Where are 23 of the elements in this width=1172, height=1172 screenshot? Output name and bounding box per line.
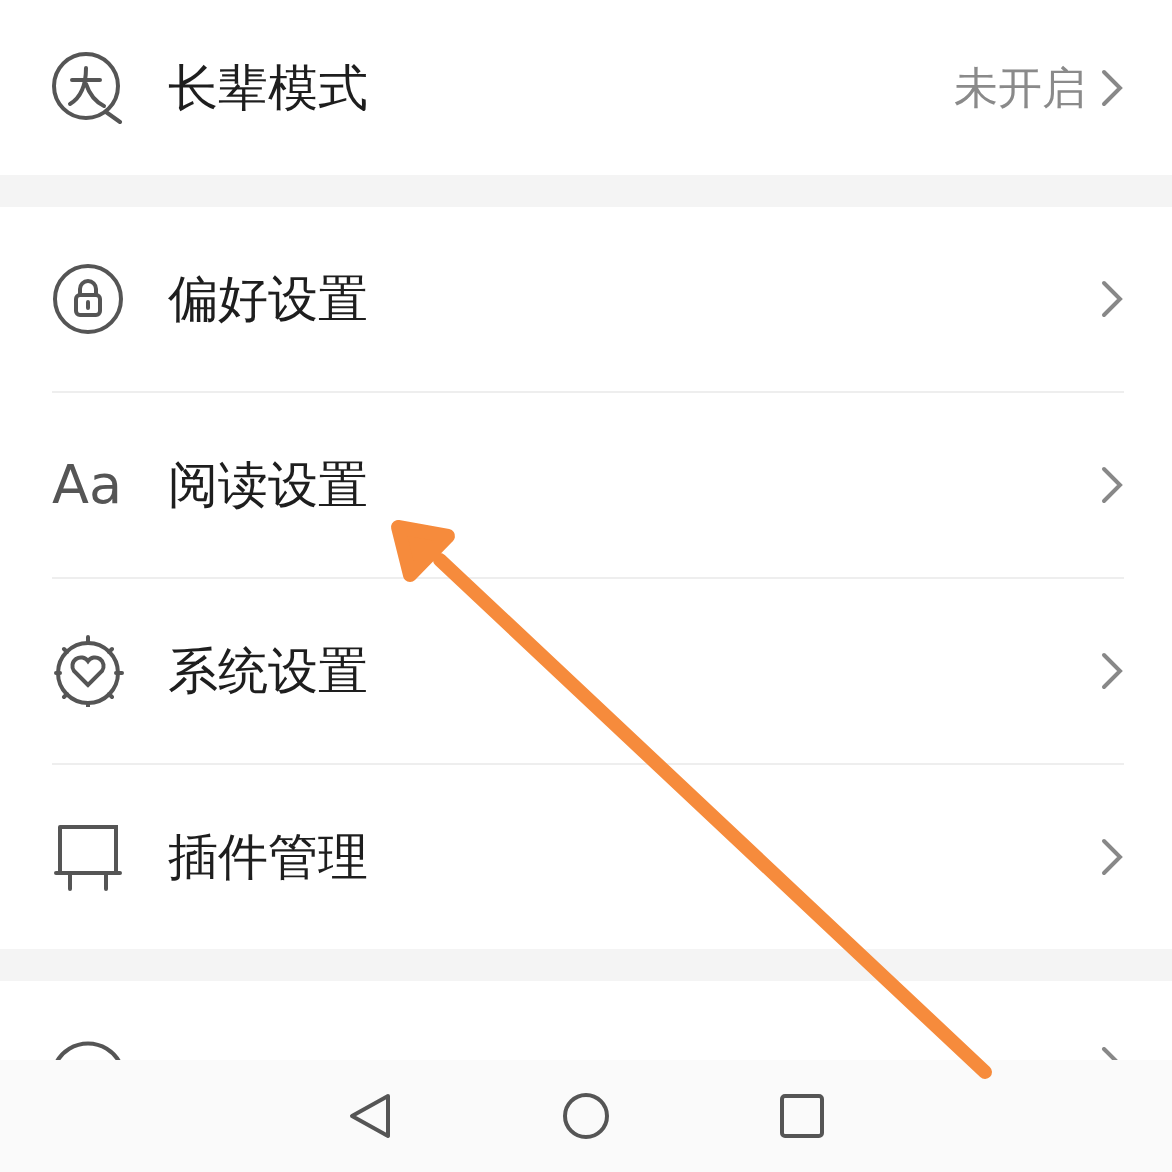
row-label: 偏好设置 xyxy=(168,269,369,329)
heart-gear-icon xyxy=(52,635,124,707)
settings-row[interactable]: 偏好设置 xyxy=(0,207,1172,391)
chevron-icon xyxy=(1100,837,1124,877)
row-label: 阅读设置 xyxy=(168,455,369,515)
magnifier-icon xyxy=(52,51,124,124)
font-size-icon: Aa xyxy=(52,458,132,512)
settings-row[interactable]: 长辈模式 未开启 xyxy=(0,0,1172,175)
row-label: 系统设置 xyxy=(168,641,369,701)
settings-row[interactable]: 系统设置 xyxy=(0,579,1172,763)
lock-icon xyxy=(52,263,124,335)
settings-row[interactable]: Aa 阅读设置 xyxy=(0,393,1172,577)
chevron-icon xyxy=(1100,279,1124,319)
chevron-icon xyxy=(1100,465,1124,505)
home-icon[interactable] xyxy=(562,1092,610,1140)
settings-row[interactable]: 插件管理 xyxy=(0,765,1172,949)
chevron-icon xyxy=(1100,651,1124,691)
recent-apps-icon[interactable] xyxy=(780,1094,824,1138)
row-label: 插件管理 xyxy=(168,827,369,887)
back-icon[interactable] xyxy=(348,1092,392,1140)
status-text: 未开启 xyxy=(954,60,1086,115)
row-label: 长辈模式 xyxy=(168,57,369,118)
chevron-icon xyxy=(1100,67,1124,108)
